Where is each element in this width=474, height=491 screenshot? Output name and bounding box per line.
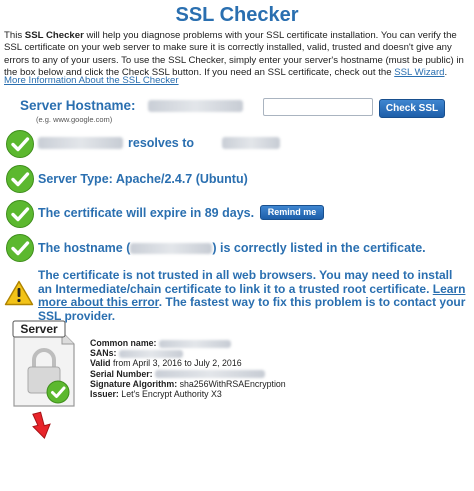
intro-text: This SSL Checker will help you diagnose … <box>4 30 464 79</box>
arrow-down-icon <box>32 411 51 439</box>
more-info-link[interactable]: More Information About the SSL Checker <box>4 75 179 86</box>
remind-me-button[interactable]: Remind me <box>260 205 324 220</box>
issuer-row: Issuer: Let's Encrypt Authority X3 <box>90 389 222 400</box>
check-icon <box>6 234 34 262</box>
blurred-host <box>38 137 123 149</box>
blurred-ip <box>222 137 280 149</box>
check-icon <box>6 130 34 158</box>
serial-row: Serial Number: <box>90 369 286 379</box>
check-ssl-button[interactable]: Check SSL <box>379 99 445 118</box>
server-type-text: Server Type: Apache/2.4.7 (Ubuntu) <box>38 172 248 186</box>
valid-row: Valid from April 3, 2016 to July 2, 2016 <box>90 358 242 369</box>
hostname-input[interactable] <box>263 98 373 116</box>
server-certificate-icon: Server <box>12 320 75 407</box>
blurred-hostname-inline <box>130 243 213 255</box>
page-title: SSL Checker <box>175 4 299 26</box>
hostname-listed-text: The hostname () is correctly listed in t… <box>38 241 426 255</box>
resolves-text: resolves to <box>128 136 195 150</box>
check-icon <box>6 200 34 228</box>
common-name-row: Common name: <box>90 338 286 348</box>
certificate-details: Common name: SANs: Valid from April 3, 2… <box>90 338 286 399</box>
signature-row: Signature Algorithm: sha256WithRSAEncryp… <box>90 378 286 389</box>
server-label: Server <box>20 322 58 336</box>
ssl-wizard-link[interactable]: SSL Wizard <box>394 67 444 78</box>
trust-warning-text: The certificate is not trusted in all we… <box>38 268 466 323</box>
check-icon <box>6 165 34 193</box>
server-hostname-label: Server Hostname: <box>20 98 136 113</box>
blurred-hostname <box>148 100 243 112</box>
warning-icon <box>4 280 34 306</box>
expire-text: The certificate will expire in 89 days. <box>38 206 255 220</box>
sans-row: SANs: <box>90 348 286 358</box>
hostname-example: (e.g. www.google.com) <box>36 115 113 124</box>
